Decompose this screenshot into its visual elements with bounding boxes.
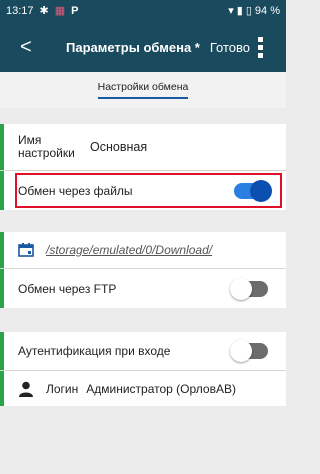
battery-icon: ▯ [245,4,252,17]
page-title: Параметры обмена * [66,39,200,55]
app-bar: < Параметры обмена * Готово [0,22,286,72]
p-icon: P [71,4,79,17]
auth-toggle[interactable] [230,340,268,362]
calendar-icon [18,243,34,257]
back-button[interactable]: < [10,36,46,59]
toggle-knob [230,277,252,300]
download-path-link[interactable]: /storage/emulated/0/Download/ [46,243,212,257]
auth-label: Аутентификация при входе [18,344,171,358]
highlight-frame [15,173,282,208]
media-icon: ▦ [54,4,66,17]
person-icon [19,381,33,397]
done-button[interactable]: Готово [210,40,250,55]
name-value[interactable]: Основная [90,140,147,154]
name-label: Имя настройки [18,133,75,160]
status-time: 13:17 [6,5,34,17]
login-value[interactable]: Администратор (ОрловАВ) [86,382,236,396]
auth-row[interactable]: Аутентификация при входе [0,332,286,371]
path-row[interactable]: /storage/emulated/0/Download/ [0,232,286,269]
setting-name-row[interactable]: Имя настройки Основная [0,124,286,171]
status-bar: 13:17 ✱ ▦ P ▾ ▮ ▯ 94 % [0,0,286,22]
ftp-exchange-toggle[interactable] [230,277,268,300]
login-label: Логин [46,381,79,396]
ftp-exchange-label: Обмен через FTP [18,281,117,296]
tab-exchange-settings[interactable]: Настройки обмена [97,81,189,99]
battery-level: 94 % [254,5,280,17]
signal-icon: ▮ [236,4,243,17]
settings-icon: ✱ [39,4,49,17]
toggle-knob [230,340,252,362]
tab-bar: Настройки обмена [0,72,286,108]
more-menu-icon[interactable] [258,36,263,58]
wifi-icon: ▾ [228,4,234,17]
ftp-exchange-row[interactable]: Обмен через FTP [0,269,286,308]
login-row[interactable]: Логин Администратор (ОрловАВ) [0,371,286,406]
auth-section: Аутентификация при входе Логин Администр… [0,332,286,406]
file-path-section: /storage/emulated/0/Download/ Обмен чере… [0,232,286,308]
